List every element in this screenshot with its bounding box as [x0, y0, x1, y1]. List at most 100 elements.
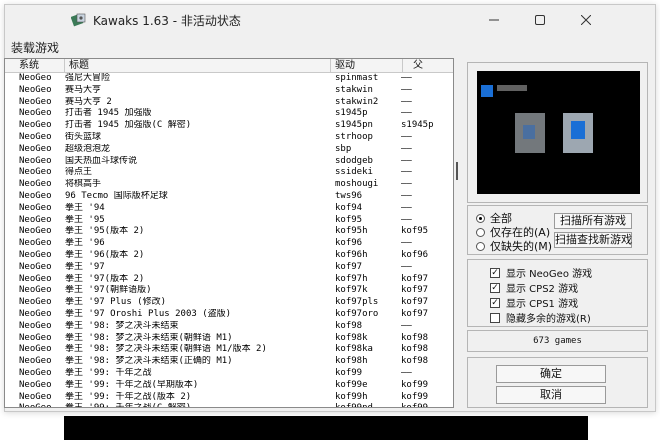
cell-title: 拳王 '95(版本 2)	[65, 226, 145, 237]
table-row[interactable]: NeoGeo 拳王 '97(朝鲜语版) kof97k kof97	[5, 285, 453, 297]
preview-text-blob	[497, 85, 527, 91]
radio-dot	[476, 241, 485, 251]
cell-system: NeoGeo	[19, 108, 52, 119]
cell-parent: kof99	[401, 379, 429, 390]
column-header-title[interactable]: 标题	[65, 59, 331, 72]
cell-parent: ——	[401, 202, 412, 213]
table-row[interactable]: NeoGeo 拳王 '98: 梦之决斗未结束(朝鲜语 M1/版本 2) kof98k…	[5, 344, 453, 356]
cell-driver: stakwin2	[335, 96, 379, 107]
table-row[interactable]: NeoGeo 拳王 '97 Oroshi Plus 2003 (盗版) kof97o…	[5, 309, 453, 321]
column-header-driver[interactable]: 驱动	[331, 59, 403, 72]
scan-new-button[interactable]: 扫描查找新游戏	[554, 232, 632, 248]
cell-title: 将棋高手	[65, 179, 102, 190]
cell-title: 拳王 '96	[65, 238, 105, 249]
table-row[interactable]: NeoGeo 赛马大亨 stakwin ——	[5, 85, 453, 97]
cell-parent: ——	[401, 143, 412, 154]
cell-title: 得点王	[65, 167, 93, 178]
cell-parent: ——	[401, 131, 412, 142]
table-row[interactable]: NeoGeo 拳王 '95 kof95 ——	[5, 215, 453, 227]
table-row[interactable]: NeoGeo 拳王 '97 Plus (修改) kof97pls kof97	[5, 297, 453, 309]
cell-title: 拳王 '96(版本 2)	[65, 249, 145, 260]
table-row[interactable]: NeoGeo 国夫热血斗球传说 sdodgeb ——	[5, 156, 453, 168]
cell-parent: kof97	[401, 297, 429, 308]
table-row[interactable]: NeoGeo 强尼大冒险 spinmast ——	[5, 73, 453, 85]
cell-parent: ——	[401, 96, 412, 107]
cell-parent: kof98	[401, 356, 429, 367]
cell-parent: ——	[401, 261, 412, 272]
table-row[interactable]: NeoGeo 赛马大亨 2 stakwin2 ——	[5, 97, 453, 109]
cell-parent: ——	[401, 238, 412, 249]
cell-title: 拳王 '98: 梦之决斗未结束(正确的 M1)	[65, 356, 233, 367]
table-row[interactable]: NeoGeo 拳王 '99: 千年之战(C 解密) kof99ndkof99	[5, 403, 453, 407]
cell-title: 拳王 '97 Plus (修改)	[65, 297, 167, 308]
checkbox-empty-icon	[490, 312, 500, 323]
cell-driver: stakwin	[335, 84, 373, 95]
cell-system: NeoGeo	[19, 214, 52, 225]
table-row[interactable]: NeoGeo 打击者 1945 加强版 s1945p ——	[5, 108, 453, 120]
table-row[interactable]: NeoGeo 96 Tecmo 国际版杯足球 tws96 ——	[5, 191, 453, 203]
table-row[interactable]: NeoGeo 拳王 '94 kof94 ——	[5, 203, 453, 215]
table-row[interactable]: NeoGeo 拳王 '96 kof96 ——	[5, 238, 453, 250]
checkbox-option[interactable]: ✓ 显示 CPS1 游戏	[490, 295, 578, 310]
column-header-parent[interactable]: 父	[403, 59, 453, 72]
menu-load-game[interactable]: 装载游戏	[11, 39, 59, 56]
table-row[interactable]: NeoGeo 打击者 1945 加强版(C 解密) s1945pn s1945p	[5, 120, 453, 132]
cell-parent: ——	[401, 108, 412, 119]
ok-button[interactable]: 确定	[496, 365, 606, 383]
table-row[interactable]: NeoGeo 街头篮球 strhoop ——	[5, 132, 453, 144]
checkbox-option[interactable]: 隐藏多余的游戏(R)	[490, 310, 591, 325]
list-scrollbar[interactable]	[454, 58, 461, 408]
radio-missing[interactable]: 仅缺失的(M)	[476, 238, 552, 254]
cell-title: 96 Tecmo 国际版杯足球	[65, 190, 168, 201]
table-row[interactable]: NeoGeo 拳王 '96(版本 2) kof96h kof96	[5, 250, 453, 262]
cell-system: NeoGeo	[19, 131, 52, 142]
cell-system: NeoGeo	[19, 285, 52, 296]
cell-driver: kof96h	[335, 249, 368, 260]
cell-title: 赛马大亨 2	[65, 96, 112, 107]
cell-system: NeoGeo	[19, 73, 52, 83]
cell-driver: kof99nd	[335, 403, 401, 407]
cell-driver: kof99h	[335, 391, 368, 402]
table-row[interactable]: NeoGeo 将棋高手 moshougi ——	[5, 179, 453, 191]
table-row[interactable]: NeoGeo 拳王 '95(版本 2) kof95h kof95	[5, 226, 453, 238]
checkbox-option[interactable]: ✓ 显示 CPS2 游戏	[490, 280, 578, 295]
preview-sprite-right-core	[571, 121, 585, 139]
table-row[interactable]: NeoGeo 拳王 '98: 梦之决斗未结束(朝鲜语 M1) kof98k kof98	[5, 333, 453, 345]
table-row[interactable]: NeoGeo 拳王 '98: 梦之决斗未结束 kof98 ——	[5, 321, 453, 333]
table-row[interactable]: NeoGeo 拳王 '99: 千年之战(早期版本) kof99e kof99	[5, 380, 453, 392]
close-button[interactable]	[563, 5, 609, 35]
cancel-button[interactable]: 取消	[496, 386, 606, 404]
cell-title: 超级泡泡龙	[65, 143, 111, 154]
cell-system: NeoGeo	[19, 356, 52, 367]
cell-parent: kof98	[401, 332, 429, 343]
minimize-button[interactable]	[471, 5, 517, 35]
cell-parent: kof98	[401, 344, 429, 355]
column-header-system[interactable]: 系统	[5, 59, 65, 72]
checkbox-checked-icon: ✓	[490, 267, 500, 278]
maximize-button[interactable]	[517, 5, 563, 35]
cell-driver: spinmast	[335, 73, 379, 83]
cell-parent: kof99	[401, 403, 441, 407]
checkbox-option[interactable]: ✓ 显示 NeoGeo 游戏	[490, 265, 592, 280]
radio-dot	[476, 213, 485, 223]
taskbar-strip	[64, 416, 588, 440]
table-row[interactable]: NeoGeo 拳王 '97 kof97 ——	[5, 262, 453, 274]
table-row[interactable]: NeoGeo 拳王 '97(版本 2) kof97h kof97	[5, 274, 453, 286]
table-row[interactable]: NeoGeo 拳王 '99: 千年之战 kof99 ——	[5, 368, 453, 380]
cell-title: 拳王 '98: 梦之决斗未结束	[65, 320, 179, 331]
cell-title: 国夫热血斗球传说	[65, 155, 138, 166]
scan-all-button[interactable]: 扫描所有游戏	[554, 213, 632, 229]
title-bar[interactable]: Kawaks 1.63 - 非活动状态	[5, 5, 655, 35]
table-row[interactable]: NeoGeo 超级泡泡龙 sbp ——	[5, 144, 453, 156]
cell-driver: kof98k	[335, 332, 368, 343]
cell-title: 拳王 '94	[65, 202, 105, 213]
cell-driver: s1945p	[335, 108, 368, 119]
cell-driver: moshougi	[335, 179, 379, 190]
table-row[interactable]: NeoGeo 得点王 ssideki ——	[5, 167, 453, 179]
game-list[interactable]: 系统 标题 驱动 父 NeoGeo 强尼大冒险 spinmast —— NeoGeo 赛马…	[4, 58, 454, 408]
table-row[interactable]: NeoGeo 拳王 '98: 梦之决斗未结束(正确的 M1) kof98h kof98	[5, 356, 453, 368]
scrollbar-thumb[interactable]	[456, 162, 458, 180]
table-row[interactable]: NeoGeo 拳王 '99: 千年之战(版本 2) kof99h kof99	[5, 392, 453, 404]
menu-bar: 装载游戏	[5, 38, 655, 56]
cell-parent: kof99	[401, 391, 429, 402]
